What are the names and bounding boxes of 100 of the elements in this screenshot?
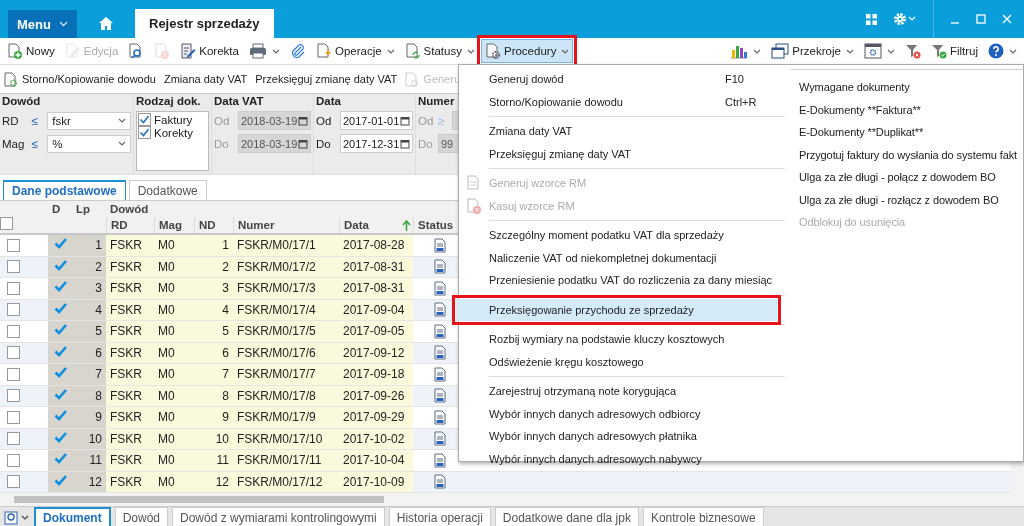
column-header[interactable]: D bbox=[48, 201, 72, 217]
bottom-tab[interactable]: Historia operacji bbox=[388, 507, 491, 526]
menu-item[interactable]: Przeksięguj zmianę daty VAT bbox=[459, 142, 785, 165]
toolbar-button[interactable]: Statusy bbox=[400, 39, 479, 63]
select-all-checkbox[interactable] bbox=[0, 217, 13, 230]
table-cell: 2017-09-29 bbox=[339, 407, 413, 428]
row-checkbox[interactable] bbox=[6, 260, 20, 274]
row-checkbox[interactable] bbox=[6, 324, 20, 338]
column-header[interactable]: RD bbox=[106, 217, 154, 233]
checkbox[interactable] bbox=[138, 126, 151, 139]
menu-item[interactable]: Storno/Kopiowanie dowodu Ctrl+R bbox=[459, 90, 785, 113]
menu-item[interactable]: Wybór innych danych adresowych płatnika bbox=[459, 425, 785, 448]
calendar-icon bbox=[400, 138, 410, 149]
toolbar-button[interactable]: Przekroje bbox=[767, 39, 858, 63]
table-cell: FSKR/M0/17/10 bbox=[233, 428, 339, 449]
menu-button[interactable]: Menu bbox=[8, 10, 77, 38]
calendar-icon bbox=[298, 115, 308, 126]
menu-item[interactable]: Ulga za złe długi - połącz z dowodem BO bbox=[791, 166, 1023, 189]
column-header[interactable]: Lp bbox=[72, 201, 106, 217]
menu-item[interactable]: Odświeżenie kręgu kosztowego bbox=[459, 350, 785, 373]
action-button[interactable]: Przeksięguj zmianę daty VAT bbox=[255, 73, 398, 85]
menu-item[interactable]: Generuj dowód F10 bbox=[459, 68, 785, 91]
caret-icon bbox=[886, 48, 895, 54]
menu-item[interactable]: Zarejestruj otrzymaną note korygująca bbox=[459, 380, 785, 403]
table-cell: FSKR bbox=[106, 471, 154, 492]
table-cell: 8 bbox=[72, 385, 106, 406]
menu-item[interactable]: Naliczenie VAT od niekompletnej dokumentacji bbox=[459, 246, 785, 269]
menu-item[interactable]: Przygotuj faktury do wysłania do systemu fakt bbox=[791, 143, 1023, 166]
menu-item[interactable]: Wybór innych danych adresowych nabywcy bbox=[459, 447, 785, 470]
row-checkbox[interactable] bbox=[6, 410, 20, 424]
column-header[interactable]: Mag bbox=[154, 217, 194, 233]
document-tab[interactable]: Rejestr sprzedaży bbox=[135, 9, 274, 38]
column-header[interactable]: Data bbox=[339, 217, 413, 233]
calendar-icon bbox=[400, 115, 410, 126]
view-tab[interactable]: Dodatkowe bbox=[128, 180, 207, 200]
column-header[interactable]: Numer bbox=[233, 217, 339, 233]
row-checkbox[interactable] bbox=[6, 389, 20, 403]
checkbox-label: Korekty bbox=[154, 126, 193, 139]
toolbar-button[interactable]: Filtruj bbox=[926, 39, 982, 63]
menu-item[interactable]: Zmiana daty VAT bbox=[459, 120, 785, 143]
row-checkbox[interactable] bbox=[6, 432, 20, 446]
menu-item[interactable]: Ulga za złe długi - rozłącz z dowodem BO bbox=[791, 188, 1023, 211]
table-cell: 2017-08-28 bbox=[339, 235, 413, 256]
gear-icon[interactable] bbox=[893, 12, 917, 26]
select-field[interactable]: % bbox=[47, 134, 131, 153]
table-cell: FSKR bbox=[106, 407, 154, 428]
close-icon[interactable] bbox=[1002, 14, 1012, 24]
document-icon bbox=[434, 388, 446, 404]
menu-item[interactable]: E-Dokumenty **Faktura** bbox=[791, 98, 1023, 121]
view-tab[interactable]: Dane podstawowe bbox=[3, 180, 126, 200]
table-cell: 5 bbox=[72, 321, 106, 342]
calendar-icon bbox=[298, 138, 308, 149]
menu-item[interactable]: Rozbij wymiary na podstawie kluczy kosztowych bbox=[459, 328, 785, 351]
toolbar-button[interactable]: Nowy bbox=[3, 39, 59, 63]
maximize-icon[interactable] bbox=[976, 14, 986, 24]
action-button[interactable]: Zmiana daty VAT bbox=[163, 73, 248, 85]
caret-icon bbox=[118, 118, 126, 123]
select-field[interactable]: fskr bbox=[47, 111, 131, 130]
bottom-tab[interactable]: Dokument bbox=[34, 507, 111, 526]
menu-item[interactable]: Przeniesienie podatku VAT do rozliczenia za dany miesiąc bbox=[459, 269, 785, 292]
column-header[interactable]: ND bbox=[194, 217, 233, 233]
row-checkbox[interactable] bbox=[6, 238, 20, 252]
menu-item[interactable]: E-Dokumenty **Duplikat** bbox=[791, 121, 1023, 144]
table-cell: FSKR/M0/17/4 bbox=[233, 299, 339, 320]
table-cell: 11 bbox=[72, 450, 106, 471]
date-field[interactable]: 2017-01-01 bbox=[340, 111, 413, 130]
toolbar-button[interactable]: Korekta bbox=[176, 39, 243, 63]
table-cell: 9 bbox=[72, 407, 106, 428]
date-field[interactable]: 2017-12-31 bbox=[340, 134, 413, 153]
checkbox[interactable] bbox=[138, 113, 151, 126]
row-checkbox[interactable] bbox=[6, 367, 20, 381]
table-cell: 2017-09-04 bbox=[339, 299, 413, 320]
bottom-tab[interactable]: Dodatkowe dane dla jpk bbox=[494, 507, 639, 526]
bottom-tab[interactable]: Kontrole biznesowe bbox=[642, 507, 764, 526]
row-checkbox[interactable] bbox=[6, 281, 20, 295]
table-cell: 2017-09-12 bbox=[339, 342, 413, 363]
search-settings-icon[interactable] bbox=[4, 510, 30, 526]
caret-icon bbox=[845, 48, 854, 54]
home-icon[interactable] bbox=[99, 17, 113, 30]
action-button[interactable]: Storno/Kopiowanie dowodu bbox=[4, 71, 156, 87]
menu-item[interactable]: Wymagane dokumenty bbox=[791, 76, 1023, 99]
table-cell: 4 bbox=[194, 299, 233, 320]
row-checkbox[interactable] bbox=[6, 303, 20, 317]
scrollbar-thumb[interactable] bbox=[14, 496, 384, 503]
table-cell: 2017-10-09 bbox=[339, 471, 413, 492]
bottom-tab[interactable]: Dowód z wymiarami kontrolingowymi bbox=[172, 507, 385, 526]
table-cell: 3 bbox=[72, 278, 106, 299]
table-cell: 2017-09-26 bbox=[339, 385, 413, 406]
row-checkbox[interactable] bbox=[6, 346, 20, 360]
table-cell: 2 bbox=[72, 256, 106, 277]
row-checkbox[interactable] bbox=[6, 475, 20, 489]
document-icon bbox=[434, 345, 446, 361]
bottom-tab[interactable]: Dowód bbox=[114, 507, 169, 526]
filter-group-title: Data VAT bbox=[214, 95, 265, 107]
grid-icon[interactable] bbox=[866, 13, 877, 25]
table-cell: FSKR bbox=[106, 299, 154, 320]
toolbar-button[interactable]: Operacje bbox=[311, 39, 399, 63]
table-cell: FSKR bbox=[106, 278, 154, 299]
row-checkbox[interactable] bbox=[6, 453, 20, 467]
menu-item[interactable]: Wybór innych danych adresowych odbiorcy bbox=[459, 402, 785, 425]
